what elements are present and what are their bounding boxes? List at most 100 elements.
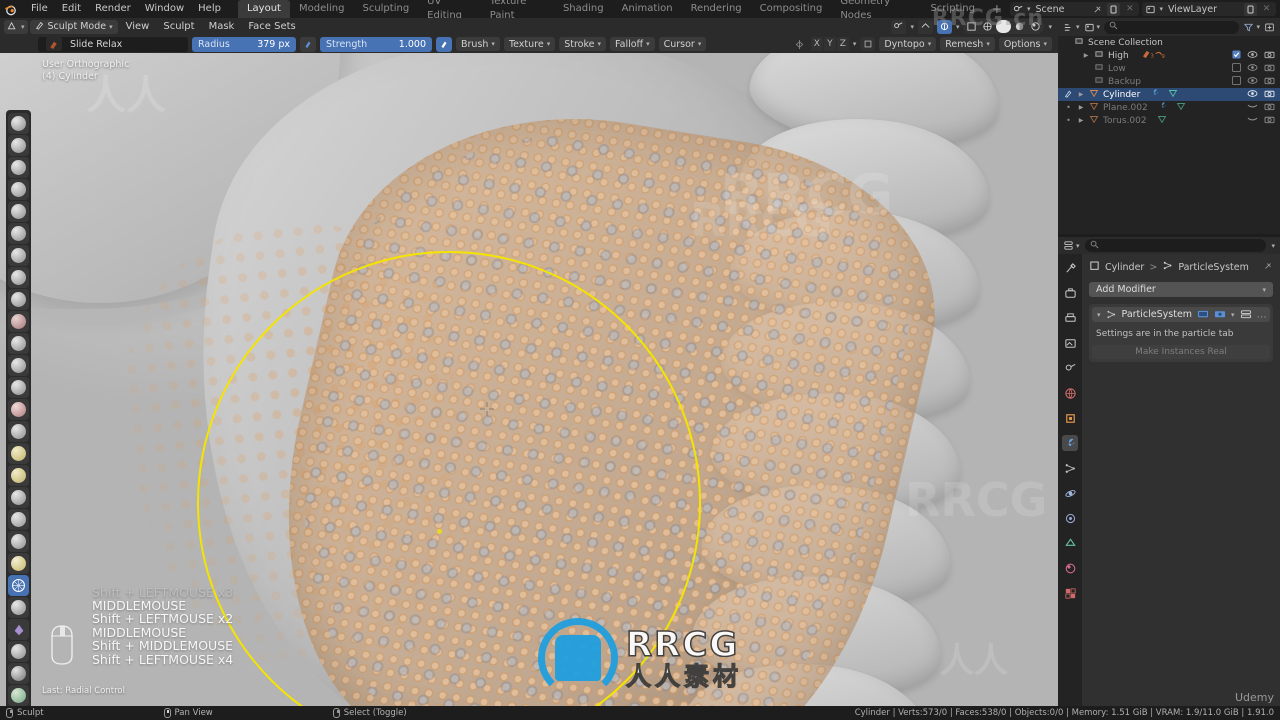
3d-viewport[interactable]: 人人 RRCG RRCG RRCG 人人 User Orthographic (… — [0, 53, 1058, 706]
symmetry-z-button[interactable]: Z — [836, 37, 849, 51]
display-in-viewport-icon[interactable] — [1197, 305, 1209, 324]
tool-smooth[interactable] — [8, 311, 29, 332]
shading-material-preview-button[interactable] — [1012, 20, 1027, 33]
add-workspace-button[interactable]: + — [984, 2, 1010, 16]
dyntopo-popover[interactable]: Dyntopo ▾ — [879, 37, 937, 51]
unpin-icon[interactable] — [1091, 3, 1104, 16]
menu-render[interactable]: Render — [88, 0, 138, 18]
shading-wireframe-button[interactable] — [964, 20, 979, 33]
tab-world[interactable] — [1062, 385, 1078, 401]
popover-brush[interactable]: Brush ▾ — [456, 37, 500, 51]
workspace-tab-sculpting[interactable]: Sculpting — [353, 0, 418, 18]
menu-edit[interactable]: Edit — [55, 0, 88, 18]
tab-output[interactable] — [1062, 310, 1078, 326]
tool-inflate[interactable] — [8, 245, 29, 266]
expand-arrow-icon[interactable]: ▶ — [1077, 117, 1085, 124]
tool-blob[interactable] — [8, 267, 29, 288]
shading-solid-button[interactable] — [996, 20, 1012, 33]
tool-slide-relax[interactable] — [8, 575, 29, 596]
mode-selector[interactable]: Sculpt Mode ▾ — [29, 19, 118, 34]
collection-checkbox[interactable] — [1232, 75, 1241, 88]
mesh-data-green-icon[interactable] — [1168, 88, 1178, 101]
tool-layer[interactable] — [8, 223, 29, 244]
expand-arrow-icon[interactable]: ▶ — [1077, 91, 1085, 98]
modifier-header[interactable]: ▾ ParticleSystem ▾ ⋯ — [1092, 305, 1270, 324]
tool-clay[interactable] — [8, 157, 29, 178]
tab-render[interactable] — [1062, 285, 1078, 301]
modifier-icon[interactable] — [1158, 101, 1168, 114]
active-brush-field[interactable]: Slide Relax — [38, 36, 188, 52]
modifier-name[interactable]: ParticleSystem — [1122, 309, 1193, 320]
pin-icon[interactable] — [1263, 261, 1273, 274]
viewlayer-datablock[interactable]: ▾ ViewLayer ✕ — [1142, 2, 1276, 16]
add-modifier-button[interactable]: Add Modifier ▾ — [1089, 282, 1273, 297]
radius-slider[interactable]: Radius 379 px — [192, 36, 296, 52]
new-datablock-icon[interactable] — [1244, 2, 1257, 16]
tool-boundary[interactable] — [8, 597, 29, 618]
tool-nudge[interactable] — [8, 553, 29, 574]
render-camera-icon[interactable] — [1264, 50, 1275, 62]
options-popover[interactable]: Options ▾ — [998, 37, 1052, 51]
visibility-eye-closed-icon[interactable] — [1247, 102, 1258, 113]
visibility-eye-icon[interactable] — [1247, 63, 1258, 75]
symmetry-icon[interactable] — [792, 37, 807, 51]
tab-scene[interactable] — [1062, 360, 1078, 376]
tool-grab[interactable] — [8, 443, 29, 464]
overlays-icon[interactable] — [917, 19, 933, 34]
strength-pressure-icon[interactable] — [436, 36, 452, 52]
remesh-popover[interactable]: Remesh ▾ — [940, 37, 995, 51]
tool-cloth[interactable] — [8, 619, 29, 640]
xray-icon[interactable] — [936, 19, 952, 34]
outliner-item-torus-002[interactable]: • ▶ Torus.002 — [1058, 114, 1280, 127]
tab-texture[interactable] — [1062, 585, 1078, 601]
tab-physics[interactable] — [1062, 485, 1078, 501]
menu-help[interactable]: Help — [191, 0, 228, 18]
viewport-menu-view[interactable]: View — [120, 21, 156, 32]
radius-pressure-icon[interactable] — [300, 36, 316, 52]
outliner-search-input[interactable] — [1104, 20, 1240, 34]
new-datablock-icon[interactable] — [1107, 2, 1121, 16]
tool-flatten[interactable] — [8, 333, 29, 354]
tab-object[interactable] — [1062, 410, 1078, 426]
editor-type-3dview-icon[interactable]: ▾ — [4, 19, 28, 34]
tool-clay-thumb[interactable] — [8, 201, 29, 222]
tool-draw[interactable] — [8, 113, 29, 134]
modifier-extras-icon[interactable] — [1240, 305, 1252, 324]
properties-editor[interactable]: ▾ ▾ Cylinder > ParticleSystem Add Modifi… — [1058, 237, 1280, 706]
tab-view-layer[interactable] — [1062, 335, 1078, 351]
modifier-icon[interactable] — [1150, 88, 1160, 101]
collection-checkbox[interactable] — [1232, 49, 1241, 62]
workspace-tab-modeling[interactable]: Modeling — [290, 0, 354, 18]
display-in-render-icon[interactable] — [1214, 305, 1226, 324]
outliner-item-high[interactable]: ▶ High 39 — [1058, 49, 1280, 62]
workspace-tab-animation[interactable]: Animation — [613, 0, 682, 18]
expand-arrow-icon[interactable]: ▶ — [1082, 52, 1090, 59]
tool-elastic-deform[interactable] — [8, 465, 29, 486]
tab-material[interactable] — [1062, 560, 1078, 576]
tool-draw-sharp[interactable] — [8, 135, 29, 156]
workspace-tab-rendering[interactable]: Rendering — [682, 0, 751, 18]
shading-rendered-button[interactable] — [1028, 20, 1043, 33]
popover-cursor[interactable]: Cursor ▾ — [658, 37, 707, 51]
unlink-icon[interactable]: ✕ — [1123, 3, 1136, 16]
tool-clay-strips[interactable] — [8, 179, 29, 200]
chevron-down-icon[interactable]: ▾ — [1097, 311, 1101, 319]
make-instances-real-button[interactable]: Make Instances Real — [1092, 345, 1270, 359]
render-camera-icon[interactable] — [1264, 89, 1275, 101]
popover-falloff[interactable]: Falloff ▾ — [610, 37, 655, 51]
strength-slider[interactable]: Strength 1.000 — [320, 36, 432, 52]
outliner-item-low[interactable]: ▶ Low — [1058, 62, 1280, 75]
filter-id-icon[interactable]: ▾ — [1084, 22, 1100, 33]
mesh-data-green-icon[interactable] — [1157, 114, 1167, 127]
render-camera-icon[interactable] — [1264, 63, 1275, 75]
viewport-menu-mask[interactable]: Mask — [203, 21, 241, 32]
scene-datablock[interactable]: ▾ Scene ✕ — [1009, 2, 1140, 16]
render-camera-icon[interactable] — [1264, 102, 1275, 114]
outliner-display-mode-icon[interactable]: ▾ — [1063, 22, 1080, 33]
outliner-root-scene-collection[interactable]: Scene Collection — [1058, 36, 1280, 49]
mirror-icon[interactable] — [860, 37, 876, 51]
workspace-tab-layout[interactable]: Layout — [237, 0, 290, 18]
tab-tool[interactable] — [1062, 260, 1078, 276]
drag-handle-icon[interactable]: ⋯ — [1257, 305, 1267, 324]
shading-solid-wire-button[interactable] — [980, 20, 995, 33]
